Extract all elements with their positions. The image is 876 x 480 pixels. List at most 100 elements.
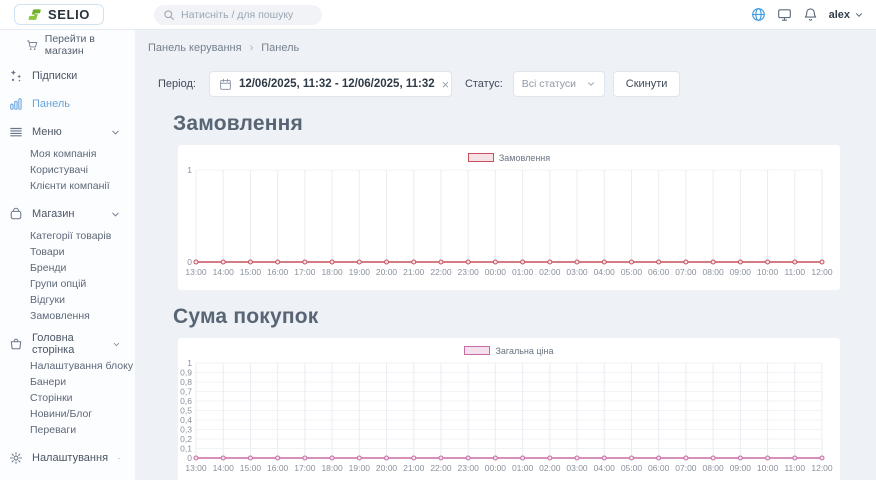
chart-plot-area[interactable]: 00,10,20,30,40,50,60,70,80,9113:0014:001… — [178, 357, 840, 480]
x-axis-tick-label: 21:00 — [403, 463, 425, 473]
sidebar-item-shop[interactable]: Магазин — [0, 200, 135, 228]
sidebar-subitem-shop-0[interactable]: Категорії товарів — [0, 228, 135, 244]
sidebar-group-home-page-children: Налаштування блокуБанериСторінкиНовини/Б… — [0, 358, 135, 438]
status-select[interactable]: Всі статуси — [513, 71, 605, 97]
search-input[interactable] — [181, 9, 313, 21]
chevron-down-icon — [586, 79, 596, 89]
breadcrumb-item-dashboard[interactable]: Панель керування — [148, 42, 242, 54]
x-axis-tick-label: 00:00 — [485, 267, 507, 277]
x-axis-tick-label: 19:00 — [349, 267, 371, 277]
subscriptions-icon — [9, 69, 23, 83]
data-point — [766, 456, 770, 460]
sidebar-item-dashboard[interactable]: Панель — [0, 90, 135, 118]
sidebar-item-settings[interactable]: Налаштування — [0, 444, 135, 472]
globe-icon[interactable] — [751, 7, 766, 22]
data-point — [684, 456, 688, 460]
status-value: Всі статуси — [522, 78, 576, 90]
sidebar-subitem-menu-0[interactable]: Моя компанія — [0, 146, 135, 162]
data-point — [357, 260, 361, 264]
x-axis-tick-label: 22:00 — [430, 267, 452, 277]
sidebar-item-home-page[interactable]: Головна сторінка — [0, 330, 135, 358]
sidebar-group-shop-children: Категорії товарівТовариБрендиГрупи опцій… — [0, 228, 135, 324]
chart-card-orders: Замовлення0113:0014:0015:0016:0017:0018:… — [178, 145, 840, 290]
x-axis-tick-label: 03:00 — [566, 267, 588, 277]
sidebar-item-label: Головна сторінка — [32, 332, 103, 356]
user-menu[interactable]: alex — [829, 9, 864, 21]
y-axis-tick-label: 1 — [187, 165, 192, 175]
x-axis-tick-label: 13:00 — [185, 267, 207, 277]
sidebar-subitem-menu-1[interactable]: Користувачі — [0, 162, 135, 178]
data-point — [657, 260, 661, 264]
sidebar-subitem-home-page-1[interactable]: Банери — [0, 374, 135, 390]
data-point — [385, 260, 389, 264]
topbar: SELIO alex — [0, 0, 876, 30]
cart-icon — [26, 39, 39, 52]
data-point — [385, 456, 389, 460]
status-label: Статус: — [465, 78, 503, 90]
sidebar-nav: Перейти в магазин Підписки Панель МенюМоя к… — [0, 34, 135, 472]
x-axis-tick-label: 10:00 — [757, 463, 779, 473]
y-axis-tick-label: 0 — [187, 257, 192, 267]
breadcrumb-separator: › — [250, 42, 254, 54]
sidebar-item-label: Панель — [32, 98, 70, 110]
x-axis-tick-label: 21:00 — [403, 267, 425, 277]
chevron-down-icon — [117, 453, 121, 464]
bell-icon[interactable] — [803, 7, 818, 22]
search-bar[interactable] — [154, 5, 322, 25]
sidebar-subitem-home-page-0[interactable]: Налаштування блоку — [0, 358, 135, 374]
sidebar-subitem-menu-2[interactable]: Клієнти компанії — [0, 178, 135, 194]
clear-period-icon[interactable]: × — [442, 78, 450, 91]
chart-legend[interactable]: Замовлення — [178, 151, 840, 164]
x-axis-tick-label: 14:00 — [213, 463, 235, 473]
sidebar-subitem-shop-5[interactable]: Замовлення — [0, 308, 135, 324]
reset-button[interactable]: Скинути — [613, 71, 681, 97]
sidebar-item-go-to-shop[interactable]: Перейти в магазин — [26, 34, 135, 56]
chart-plot-area[interactable]: 0113:0014:0015:0016:0017:0018:0019:0020:… — [178, 164, 840, 282]
chart-legend[interactable]: Загальна ціна — [178, 344, 840, 357]
y-axis-tick-label: 0,9 — [180, 367, 192, 377]
x-axis-tick-label: 12:00 — [811, 463, 833, 473]
user-name: alex — [829, 9, 850, 21]
data-point — [439, 456, 443, 460]
data-point — [820, 260, 824, 264]
x-axis-tick-label: 17:00 — [294, 267, 316, 277]
data-point — [248, 456, 252, 460]
x-axis-tick-label: 01:00 — [512, 267, 534, 277]
period-date-range-input[interactable]: 12/06/2025, 11:32 - 12/06/2025, 11:32 × — [209, 71, 452, 97]
sidebar: Перейти в магазин Підписки Панель МенюМоя к… — [0, 30, 135, 480]
data-point — [548, 456, 552, 460]
data-point — [629, 260, 633, 264]
sidebar-subitem-shop-1[interactable]: Товари — [0, 244, 135, 260]
sidebar-subitem-shop-2[interactable]: Бренди — [0, 260, 135, 276]
legend-label: Загальна ціна — [495, 346, 553, 356]
section-title-purchase-sum: Сума покупок — [173, 305, 876, 329]
sidebar-subitem-home-page-4[interactable]: Переваги — [0, 422, 135, 438]
breadcrumb-item-panel: Панель — [261, 42, 299, 54]
sidebar-item-menu[interactable]: Меню — [0, 118, 135, 146]
y-axis-tick-label: 0,1 — [180, 443, 192, 453]
logo[interactable]: SELIO — [14, 4, 104, 25]
sidebar-item-label: Магазин — [32, 208, 74, 220]
x-axis-tick-label: 15:00 — [240, 267, 262, 277]
x-axis-tick-label: 04:00 — [594, 267, 616, 277]
search-icon — [163, 9, 175, 21]
sidebar-subitem-home-page-2[interactable]: Сторінки — [0, 390, 135, 406]
y-axis-tick-label: 1 — [187, 358, 192, 368]
x-axis-tick-label: 00:00 — [485, 463, 507, 473]
y-axis-tick-label: 0,2 — [180, 434, 192, 444]
bag-icon — [9, 207, 23, 221]
selio-logo-icon — [28, 8, 42, 22]
x-axis-tick-label: 12:00 — [811, 267, 833, 277]
sidebar-item-subscriptions[interactable]: Підписки — [0, 62, 135, 90]
data-point — [276, 456, 280, 460]
x-axis-tick-label: 18:00 — [321, 463, 343, 473]
monitor-icon[interactable] — [777, 7, 792, 22]
period-value: 12/06/2025, 11:32 - 12/06/2025, 11:32 — [239, 78, 435, 90]
sidebar-subitem-shop-3[interactable]: Групи опцій — [0, 276, 135, 292]
x-axis-tick-label: 04:00 — [594, 463, 616, 473]
data-point — [548, 260, 552, 264]
main-content: Панель керування › Панель Період: 12/06/… — [135, 30, 876, 480]
sidebar-subitem-shop-4[interactable]: Відгуки — [0, 292, 135, 308]
sidebar-subitem-home-page-3[interactable]: Новини/Блог — [0, 406, 135, 422]
x-axis-tick-label: 15:00 — [240, 463, 262, 473]
